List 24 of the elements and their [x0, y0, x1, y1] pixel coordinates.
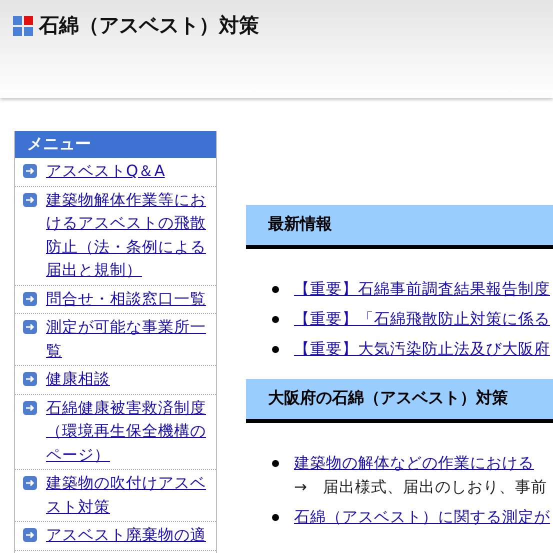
- menu-link[interactable]: 建築物の吹付けアスベスト対策: [46, 472, 208, 519]
- menu-link[interactable]: アスベストQ＆A: [46, 160, 208, 184]
- menu-link[interactable]: 建築物解体作業等におけるアスベストの飛散防止（法・条例による届出と規制）: [46, 188, 208, 282]
- news-link[interactable]: 石綿（アスベスト）に関する測定が: [294, 505, 550, 529]
- menu-link[interactable]: 石綿健康被害救済制度（環境再生保全機構のページ）: [46, 396, 208, 467]
- menu-link[interactable]: 測定が可能な事業所一覧: [46, 316, 208, 363]
- section-heading: 大阪府の石綿（アスベスト）対策: [246, 379, 553, 423]
- bullet-icon: [272, 286, 279, 293]
- bullet-icon: [272, 316, 279, 323]
- note-text: → 届出様式、届出のしおり、事前: [294, 477, 547, 498]
- page-title: 石綿（アスベスト）対策: [39, 12, 259, 39]
- bullet-icon: [272, 346, 279, 353]
- section-heading: 最新情報: [246, 205, 553, 249]
- news-link[interactable]: 【重要】大気汚染防止法及び大阪府: [294, 337, 550, 361]
- bullet-icon: [272, 460, 279, 467]
- menu-link[interactable]: 問合せ・相談窓口一覧: [46, 288, 208, 311]
- menu-link[interactable]: アスベスト廃棄物の適: [46, 524, 208, 548]
- news-link[interactable]: 建築物の解体などの作業における: [294, 451, 547, 475]
- squares-icon: [13, 16, 33, 36]
- news-link[interactable]: 【重要】石綿事前調査結果報告制度: [294, 277, 550, 301]
- menu-title: メニュー: [15, 131, 216, 158]
- news-link[interactable]: 【重要】「石綿飛散防止対策に係る: [294, 307, 550, 331]
- bullet-icon: [272, 514, 279, 521]
- menu-link[interactable]: 健康相談: [46, 368, 208, 392]
